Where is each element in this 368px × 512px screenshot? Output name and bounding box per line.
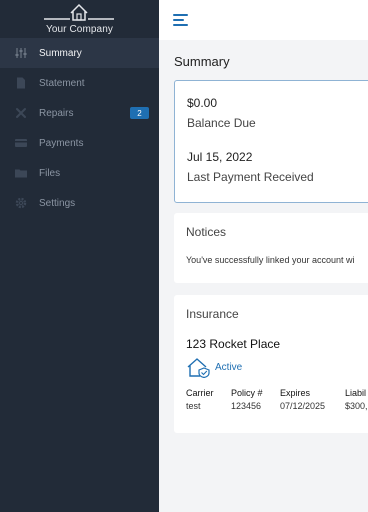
document-icon bbox=[15, 77, 27, 89]
last-payment-label: Last Payment Received bbox=[187, 170, 314, 184]
house-logo-icon bbox=[44, 3, 114, 21]
gear-icon bbox=[15, 197, 27, 209]
sidebar-item-label: Repairs bbox=[39, 107, 74, 119]
column-header: Liabil bbox=[345, 388, 367, 398]
top-bar bbox=[159, 0, 368, 40]
sidebar-item-statement[interactable]: Statement bbox=[0, 68, 159, 98]
house-shield-icon bbox=[187, 358, 210, 378]
column-value: 123456 bbox=[231, 401, 262, 411]
column-value: test bbox=[186, 401, 201, 411]
column-value: 07/12/2025 bbox=[280, 401, 326, 411]
insurance-title: Insurance bbox=[186, 307, 239, 321]
sidebar-item-label: Payments bbox=[39, 137, 84, 149]
sidebar-item-files[interactable]: Files bbox=[0, 158, 159, 188]
brand-name: Your Company bbox=[46, 24, 113, 35]
insurance-card: Insurance 123 Rocket Place Active Carrie… bbox=[174, 295, 368, 433]
tools-icon bbox=[15, 107, 27, 119]
repairs-count-badge: 2 bbox=[130, 107, 149, 119]
sidebar-item-label: Settings bbox=[39, 197, 76, 209]
policy-column: Policy # 123456 bbox=[231, 388, 263, 411]
notices-title: Notices bbox=[186, 225, 227, 239]
liability-column: Liabil $300, bbox=[345, 388, 368, 411]
balance-label: Balance Due bbox=[187, 116, 256, 130]
menu-toggle-icon[interactable] bbox=[173, 14, 189, 28]
sidebar-item-repairs[interactable]: Repairs 2 bbox=[0, 98, 159, 128]
insurance-status: Active bbox=[186, 356, 242, 378]
column-header: Expires bbox=[280, 388, 311, 398]
sidebar-item-summary[interactable]: Summary bbox=[0, 38, 159, 68]
sidebar-item-label: Summary bbox=[39, 47, 82, 59]
sidebar: Your Company Summary Statement Repairs 2… bbox=[0, 0, 159, 512]
notices-card: Notices You've successfully linked your … bbox=[174, 213, 368, 283]
column-header: Carrier bbox=[186, 388, 214, 398]
notice-message: You've successfully linked your account … bbox=[186, 255, 355, 265]
sidebar-item-settings[interactable]: Settings bbox=[0, 188, 159, 218]
sidebar-item-label: Statement bbox=[39, 77, 85, 89]
expires-column: Expires 07/12/2025 bbox=[280, 388, 325, 411]
brand[interactable]: Your Company bbox=[0, 0, 159, 38]
property-address: 123 Rocket Place bbox=[186, 337, 281, 351]
last-payment-date: Jul 15, 2022 bbox=[187, 150, 253, 164]
column-value: $300, bbox=[345, 401, 368, 411]
credit-card-icon bbox=[15, 137, 27, 149]
column-header: Policy # bbox=[231, 388, 263, 398]
status-label: Active bbox=[215, 361, 243, 373]
main-content: Summary $0.00 Balance Due Jul 15, 2022 L… bbox=[159, 0, 368, 512]
carrier-column: Carrier test bbox=[186, 388, 214, 411]
page-title: Summary bbox=[174, 54, 230, 69]
sliders-icon bbox=[15, 47, 27, 59]
folder-icon bbox=[15, 167, 27, 179]
balance-card: $0.00 Balance Due Jul 15, 2022 Last Paym… bbox=[174, 80, 368, 203]
sidebar-item-label: Files bbox=[39, 167, 61, 179]
balance-amount: $0.00 bbox=[187, 96, 218, 110]
sidebar-item-payments[interactable]: Payments bbox=[0, 128, 159, 158]
